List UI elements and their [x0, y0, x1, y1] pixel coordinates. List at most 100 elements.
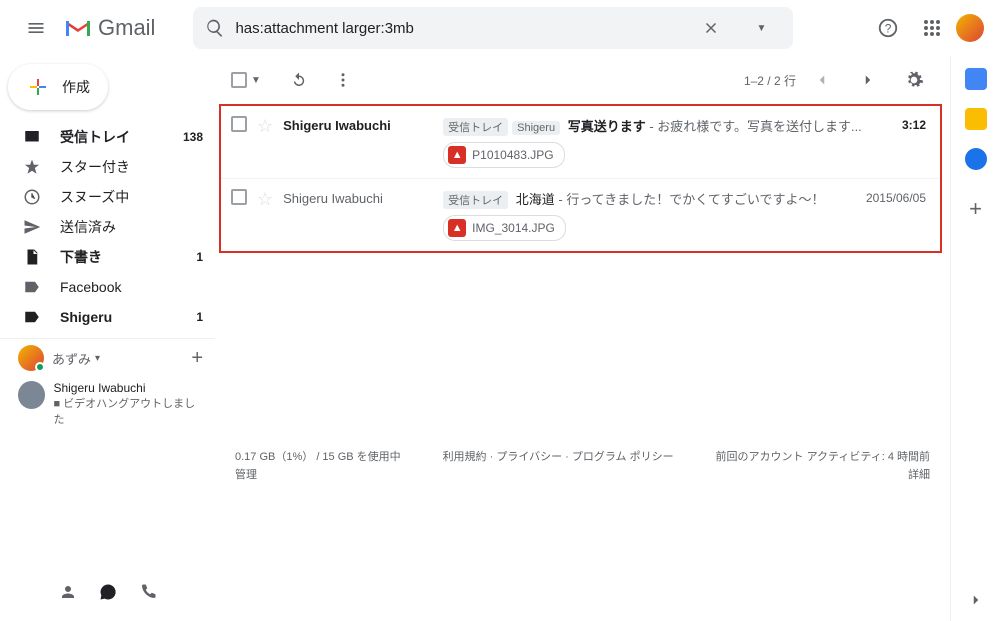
nav-label: スヌーズ中 [60, 187, 129, 207]
nav-label: Facebook [60, 279, 121, 295]
nav-label: 下書き [60, 247, 102, 267]
search-bar[interactable]: ▼ [193, 7, 793, 49]
search-options-button[interactable]: ▼ [741, 8, 781, 48]
prev-page-button[interactable] [802, 60, 842, 100]
hamburger-icon [26, 18, 46, 38]
collapse-sidepanel-button[interactable] [967, 591, 985, 609]
message-date: 3:12 [902, 116, 926, 132]
select-all-checkbox[interactable] [231, 72, 247, 88]
star-icon [22, 158, 42, 176]
support-button[interactable]: ? [868, 8, 908, 48]
search-icon [205, 18, 225, 38]
nav-label: Shigeru [60, 309, 112, 325]
message-list-highlight: ☆ Shigeru Iwabuchi 受信トレイ Shigeru 写真送ります - お… [219, 104, 942, 253]
row-checkbox[interactable] [231, 116, 247, 132]
sidebar-item-shigeru[interactable]: Shigeru 1 [0, 302, 215, 332]
attachment-chip[interactable]: ▲IMG_3014.JPG [443, 215, 566, 241]
star-button[interactable]: ☆ [257, 116, 273, 137]
refresh-icon [290, 71, 308, 89]
label-icon [22, 308, 42, 326]
hangouts-contact[interactable]: Shigeru Iwabuchi ■ビデオハングアウトしました [0, 375, 215, 431]
message-body: 受信トレイ 北海道 - 行ってきました！でかくてすごいですよ～！ ▲IMG_301… [443, 189, 856, 241]
chevron-left-icon [813, 71, 831, 89]
draft-icon [22, 248, 42, 266]
contact-text: Shigeru Iwabuchi ■ビデオハングアウトしました [53, 381, 203, 427]
gmail-m-icon [64, 17, 92, 39]
gmail-logo-text: Gmail [98, 15, 155, 41]
image-icon: ▲ [448, 219, 466, 237]
settings-button[interactable] [894, 60, 934, 100]
subject: 写真送ります [568, 119, 646, 134]
account-avatar[interactable] [956, 14, 984, 42]
chevron-right-icon [967, 591, 985, 609]
attachment-chip[interactable]: ▲P1010483.JPG [443, 142, 564, 168]
help-icon: ? [877, 17, 899, 39]
clock-icon [22, 188, 42, 206]
header-right: ? [868, 8, 984, 48]
row-checkbox[interactable] [231, 189, 247, 205]
main-menu-button[interactable] [16, 8, 56, 48]
nav-count: 1 [196, 310, 203, 324]
caret-down-icon[interactable]: ▾ [95, 353, 100, 364]
sidebar-item-スター付き[interactable]: スター付き [0, 152, 215, 182]
more-button[interactable] [323, 60, 363, 100]
new-conversation-button[interactable]: + [191, 347, 203, 370]
clear-search-button[interactable] [691, 8, 731, 48]
keep-addon[interactable] [965, 108, 987, 130]
footer-activity: 前回のアカウント アクティビティ: 4 時間前 詳細 [716, 449, 930, 484]
attachment-name: P1010483.JPG [472, 148, 553, 162]
my-avatar[interactable] [18, 345, 44, 371]
footer-policies[interactable]: 利用規約 · プライバシー · プログラム ポリシー [443, 449, 674, 484]
svg-text:?: ? [885, 22, 892, 36]
snippet: - 行ってきました！でかくてすごいですよ～！ [555, 192, 825, 207]
close-icon [702, 19, 720, 37]
snippet: - お疲れ様です。写真を送付します... [646, 119, 862, 134]
sidebar-item-スヌーズ中[interactable]: スヌーズ中 [0, 182, 215, 212]
calendar-addon[interactable] [965, 68, 987, 90]
more-vert-icon [334, 71, 352, 89]
footer-storage: 0.17 GB（1%） / 15 GB を使用中 管理 [235, 449, 401, 484]
subject: 北海道 [516, 192, 555, 207]
sidebar-item-送信済み[interactable]: 送信済み [0, 212, 215, 242]
video-icon: ■ [53, 398, 60, 410]
message-row[interactable]: ☆ Shigeru Iwabuchi 受信トレイ 北海道 - 行ってきました！でかく… [221, 179, 940, 251]
my-name: あずみ [52, 349, 91, 368]
get-addons-button[interactable]: + [969, 196, 982, 222]
message-row[interactable]: ☆Shigeru Iwabuchi受信トレイShigeru 写真送ります - お… [221, 106, 940, 179]
nav-label: 受信トレイ [60, 127, 130, 147]
storage-manage-link[interactable]: 管理 [235, 467, 401, 485]
sender: Shigeru Iwabuchi [283, 189, 433, 206]
label-chip[interactable]: 受信トレイ [443, 191, 508, 209]
caret-down-icon[interactable]: ▼ [251, 75, 261, 86]
gmail-logo[interactable]: Gmail [64, 15, 155, 41]
inbox-icon [22, 128, 42, 146]
sidebar-item-facebook[interactable]: Facebook [0, 272, 215, 302]
caret-down-icon: ▼ [757, 23, 767, 34]
header: Gmail ▼ ? [0, 0, 1000, 56]
tasks-addon[interactable] [965, 148, 987, 170]
chevron-right-icon [859, 71, 877, 89]
star-button[interactable]: ☆ [257, 189, 273, 210]
main-pane: ▼ 1–2 / 2 行 ☆ Shigeru Iwabuchi 受信トレイ Shiger… [215, 56, 1000, 621]
compose-button[interactable]: 作成 [8, 64, 108, 110]
refresh-button[interactable] [279, 60, 319, 100]
label-chip[interactable]: Shigeru [512, 121, 560, 135]
label-chip[interactable]: 受信トレイ [443, 118, 508, 136]
apps-button[interactable] [912, 8, 952, 48]
activity-details-link[interactable]: 詳細 [716, 467, 930, 485]
hangouts-chat-tab[interactable] [93, 577, 123, 607]
nav-label: 送信済み [60, 217, 116, 237]
compose-label: 作成 [62, 77, 90, 97]
activity-line: 前回のアカウント アクティビティ: 4 時間前 [716, 449, 930, 467]
toolbar: ▼ 1–2 / 2 行 [215, 56, 950, 104]
body: 作成 受信トレイ138スター付きスヌーズ中送信済み下書き1FacebookShi… [0, 56, 1000, 621]
nav-count: 138 [183, 130, 203, 144]
hangouts-contacts-tab[interactable] [53, 577, 83, 607]
select-all-wrap[interactable]: ▼ [231, 72, 261, 88]
plus-multicolor-icon [26, 75, 50, 99]
search-input[interactable] [235, 20, 681, 37]
sidebar-item-受信トレイ[interactable]: 受信トレイ 138 [0, 122, 215, 152]
hangouts-phone-tab[interactable] [133, 577, 163, 607]
next-page-button[interactable] [848, 60, 888, 100]
sidebar-item-下書き[interactable]: 下書き1 [0, 242, 215, 272]
